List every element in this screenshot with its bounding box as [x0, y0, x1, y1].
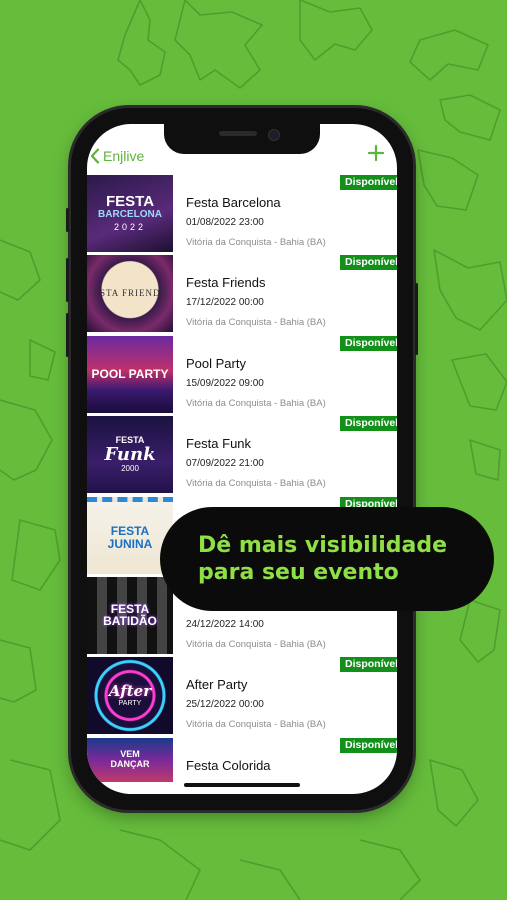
- event-thumbnail: POOL PARTY: [87, 335, 173, 413]
- status-badge: Disponível: [340, 416, 397, 432]
- status-badge: Disponível: [340, 657, 397, 673]
- event-title: Festa Funk: [186, 436, 252, 452]
- app-screen: Enjlive FESTA BARCELONA 2022 Festa Barce…: [87, 124, 397, 794]
- event-list: FESTA BARCELONA 2022 Festa Barcelona 01/…: [87, 175, 397, 794]
- event-date: 15/09/2022 09:00: [186, 377, 264, 389]
- thumb-text: BATIDÃO: [103, 614, 157, 629]
- event-title: Festa Barcelona: [186, 195, 281, 210]
- event-date: 24/12/2022 14:00: [186, 618, 264, 630]
- event-date: 25/12/2022 00:00: [186, 699, 264, 711]
- mute-switch: [66, 208, 69, 232]
- status-badge: Disponível: [340, 175, 397, 190]
- thumb-text: ESTA FRIENDS: [93, 288, 167, 299]
- thumb-text: FESTA: [105, 193, 155, 211]
- event-date: 01/08/2022 23:00: [186, 217, 264, 228]
- banner-line-1: Dê mais visibilidade: [198, 533, 448, 558]
- thumb-text: FESTA: [110, 523, 150, 538]
- thumb-text: BARCELONA: [98, 208, 162, 220]
- event-title: Pool Party: [186, 355, 246, 371]
- front-camera: [268, 129, 280, 141]
- thumb-text: 2000: [121, 463, 139, 473]
- event-row[interactable]: ESTA FRIENDS Festa Friends 17/12/2022 00…: [87, 255, 397, 335]
- volume-down-button: [66, 313, 69, 357]
- event-row[interactable]: POOL PARTY Pool Party 15/09/2022 09:00 V…: [87, 335, 397, 416]
- thumb-text: POOL PARTY: [91, 366, 169, 381]
- event-title: After Party: [186, 677, 248, 693]
- event-thumbnail: VEM DANÇAR: [87, 737, 173, 782]
- power-button: [415, 283, 418, 355]
- banner-line-2: para seu evento: [198, 560, 399, 585]
- event-thumbnail: After PARTY: [87, 657, 173, 735]
- event-title: Festa Friends: [186, 275, 266, 291]
- event-location: Vitória da Conquista - Bahia (BA): [186, 317, 326, 329]
- thumb-text: DANÇAR: [110, 758, 150, 769]
- promo-banner: Dê mais visibilidade para seu evento: [160, 507, 494, 611]
- back-label: Enjlive: [103, 148, 145, 164]
- event-title: Festa Colorida: [186, 757, 271, 773]
- thumb-text: JUNINA: [107, 536, 153, 551]
- event-location: Vitória da Conquista - Bahia (BA): [186, 638, 326, 650]
- thumb-text: PARTY: [118, 700, 142, 708]
- status-badge: Disponível: [340, 335, 397, 351]
- event-thumbnail: FESTA Funk 2000: [87, 416, 173, 494]
- volume-up-button: [66, 258, 69, 302]
- status-badge: Disponível: [340, 255, 397, 271]
- status-badge: Disponível: [340, 737, 397, 753]
- back-button[interactable]: Enjlive: [89, 146, 144, 166]
- event-row[interactable]: FESTA Funk 2000 Festa Funk 07/09/2022 21…: [87, 416, 397, 496]
- chevron-left-icon: [90, 148, 100, 164]
- event-thumbnail: ESTA FRIENDS: [87, 255, 173, 333]
- plus-icon[interactable]: [367, 144, 385, 162]
- event-date: 17/12/2022 00:00: [186, 297, 264, 309]
- home-indicator: [184, 783, 300, 787]
- event-location: Vitória da Conquista - Bahia (BA): [186, 237, 326, 248]
- event-location: Vitória da Conquista - Bahia (BA): [186, 719, 326, 731]
- event-thumbnail: FESTA BARCELONA 2022: [87, 175, 173, 252]
- event-location: Vitória da Conquista - Bahia (BA): [186, 478, 326, 490]
- event-date: 07/09/2022 21:00: [186, 458, 264, 470]
- speaker: [219, 131, 257, 136]
- event-row[interactable]: FESTA BARCELONA 2022 Festa Barcelona 01/…: [87, 175, 397, 255]
- thumb-text: After: [108, 682, 152, 701]
- phone-frame: Enjlive FESTA BARCELONA 2022 Festa Barce…: [66, 108, 418, 810]
- event-thumbnail: FESTA BATIDÃO: [87, 576, 173, 654]
- event-row[interactable]: After PARTY After Party 25/12/2022 00:00…: [87, 657, 397, 737]
- event-location: Vitória da Conquista - Bahia (BA): [186, 397, 326, 409]
- notch: [164, 124, 320, 154]
- thumb-text: 2022: [113, 222, 147, 233]
- thumb-text: Funk: [104, 443, 156, 465]
